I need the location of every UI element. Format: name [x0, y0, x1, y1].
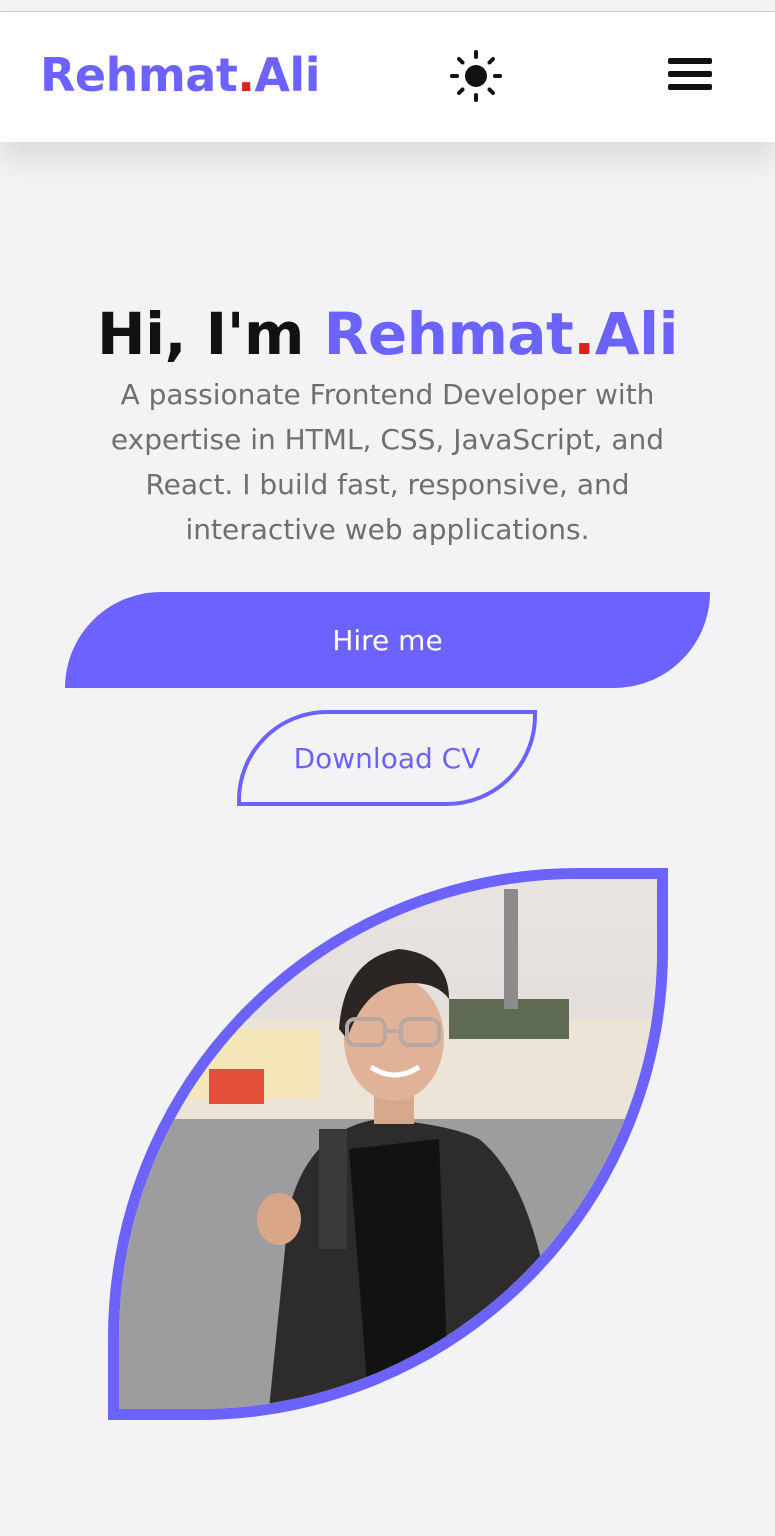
logo-last: Ali: [254, 48, 320, 102]
hero-greeting: Hi, I'm: [97, 300, 304, 368]
navbar: Rehmat.Ali: [0, 12, 775, 142]
profile-photo: [108, 868, 668, 1420]
sun-icon[interactable]: [450, 50, 502, 102]
hero-title: Hi, I'm Rehmat.Ali: [0, 300, 775, 368]
hire-me-button[interactable]: Hire me: [65, 592, 710, 688]
status-bar-strip: [0, 0, 775, 12]
logo-first: Rehmat: [40, 48, 238, 102]
download-cv-button[interactable]: Download CV: [237, 710, 537, 806]
site-logo[interactable]: Rehmat.Ali: [40, 48, 320, 102]
hero-name: Rehmat.Ali: [323, 300, 679, 368]
logo-dot: .: [237, 48, 255, 102]
hero-description: A passionate Frontend Developer with exp…: [110, 378, 665, 546]
hamburger-menu-icon[interactable]: [668, 58, 712, 94]
